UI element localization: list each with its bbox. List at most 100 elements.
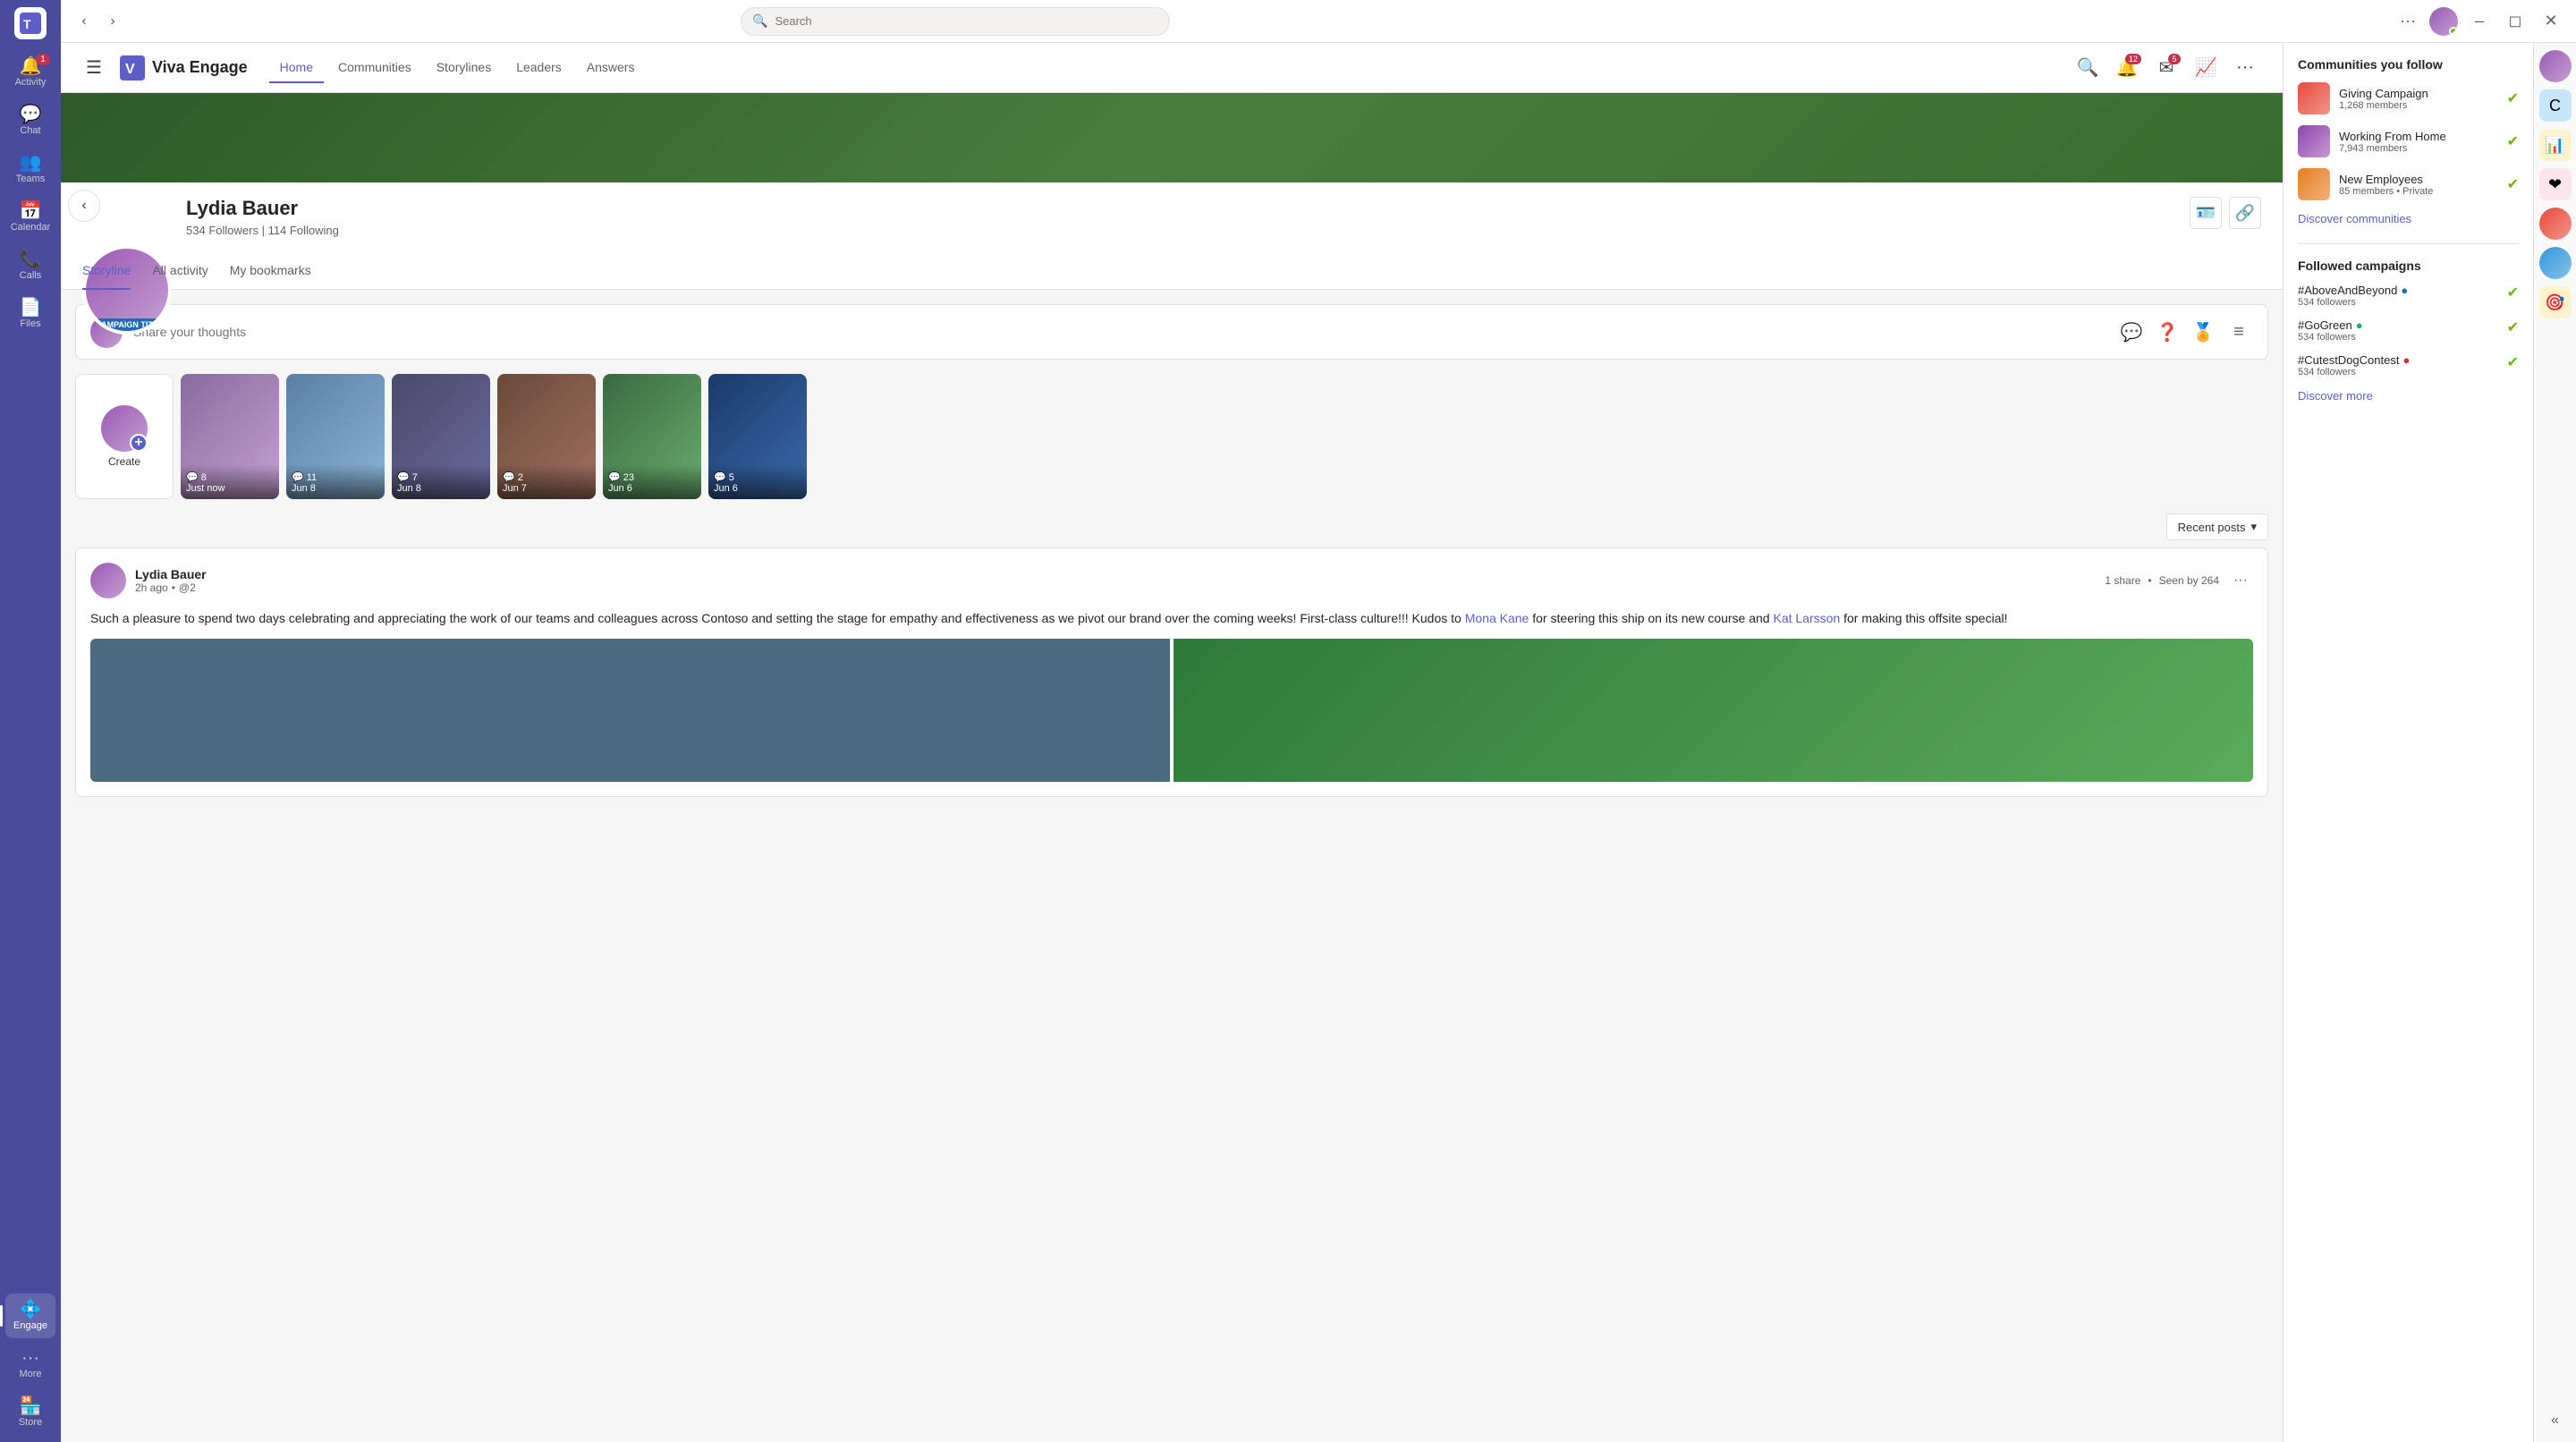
community-icon-new-emp — [2298, 168, 2330, 200]
campaign-check-gogreen: ✔ — [2507, 318, 2519, 336]
campaign-item-above[interactable]: #AboveAndBeyond ● 534 followers ✔ — [2298, 284, 2519, 308]
nav-item-calls[interactable]: 📞 Calls — [5, 243, 55, 288]
post-image-right — [1174, 639, 2253, 782]
community-info-giving: Giving Campaign 1,268 members — [2339, 87, 2498, 111]
communities-section: Communities you follow Giving Campaign 1… — [2298, 57, 2519, 225]
minimize-btn[interactable]: – — [2465, 7, 2494, 36]
back-btn[interactable]: ‹ — [68, 190, 100, 222]
community-item-giving[interactable]: Giving Campaign 1,268 members ✔ — [2298, 82, 2519, 115]
campaign-item-dogs[interactable]: #CutestDogContest ● 534 followers ✔ — [2298, 353, 2519, 377]
post-link-kat[interactable]: Kat Larsson — [1773, 611, 1840, 625]
nav-item-chat[interactable]: 💬 Chat — [5, 98, 55, 143]
campaign-followers-above: 534 followers — [2298, 297, 2500, 308]
community-name-new-emp: New Employees — [2339, 173, 2498, 186]
search-bar[interactable]: 🔍 — [741, 7, 1170, 36]
profile-info-row: Lydia Bauer 534 Followers | 114 Followin… — [61, 182, 2283, 251]
nav-item-store[interactable]: 🏪 Store — [5, 1390, 55, 1435]
far-right-app-3[interactable]: ❤ — [2539, 168, 2572, 200]
story-item-4[interactable]: 💬 2 Jun 7 — [497, 374, 596, 499]
list-action-btn[interactable]: ≡ — [2224, 318, 2253, 346]
far-right-avatar-3[interactable] — [2539, 247, 2572, 279]
message-action-btn[interactable]: 💬 — [2117, 318, 2146, 346]
campaign-name-gogreen: #GoGreen ● — [2298, 318, 2500, 332]
far-right-avatar-2[interactable] — [2539, 208, 2572, 240]
post-middle-text: for steering this ship on its new course… — [1529, 611, 1773, 625]
story-item-3[interactable]: 💬 7 Jun 8 — [392, 374, 490, 499]
profile-card-btn[interactable]: 🪪 — [2190, 197, 2222, 229]
post-card: Lydia Bauer 2h ago • @2 1 share • Seen b… — [75, 547, 2268, 797]
campaigns-section: Followed campaigns #AboveAndBeyond ● 534… — [2298, 259, 2519, 403]
community-item-new-emp[interactable]: New Employees 85 members • Private ✔ — [2298, 168, 2519, 200]
stories-row: + Create 💬 8 Just now — [75, 374, 2268, 499]
community-members-wfh: 7,943 members — [2339, 143, 2498, 154]
back-arrow-btn[interactable]: ‹ — [72, 9, 97, 34]
search-icon: 🔍 — [752, 13, 767, 29]
story-create[interactable]: + Create — [75, 374, 174, 499]
share-box: 💬 ❓ 🏅 ≡ — [75, 304, 2268, 360]
viva-nav-leaders[interactable]: Leaders — [505, 53, 572, 83]
maximize-btn[interactable]: ◻ — [2501, 7, 2529, 36]
campaign-check-dogs: ✔ — [2507, 353, 2519, 371]
viva-search-btn[interactable]: 🔍 — [2072, 52, 2104, 84]
community-item-wfh[interactable]: Working From Home 7,943 members ✔ — [2298, 125, 2519, 157]
tab-all-activity[interactable]: All activity — [152, 252, 208, 290]
top-bar-right: ··· – ◻ ✕ — [2394, 7, 2565, 36]
post-link-mona[interactable]: Mona Kane — [1465, 611, 1530, 625]
calls-label: Calls — [20, 270, 41, 281]
calendar-icon: 📅 — [20, 202, 42, 220]
community-name-wfh: Working From Home — [2339, 130, 2498, 143]
far-right-app-4[interactable]: 🎯 — [2539, 286, 2572, 318]
story-item-2[interactable]: 💬 11 Jun 8 — [286, 374, 385, 499]
viva-nav-communities[interactable]: Communities — [327, 53, 422, 83]
search-input[interactable] — [775, 14, 1158, 28]
verified-icon-gogreen: ● — [2356, 318, 2363, 332]
more-icon: ··· — [21, 1349, 39, 1367]
discover-communities-link[interactable]: Discover communities — [2298, 212, 2411, 225]
viva-nav-answers[interactable]: Answers — [576, 53, 646, 83]
user-avatar-top[interactable] — [2429, 7, 2458, 36]
collapse-panel-btn[interactable]: « — [2541, 1406, 2570, 1435]
far-right-avatar-1[interactable] — [2539, 50, 2572, 82]
more-options-btn[interactable]: ··· — [2394, 7, 2422, 36]
nav-item-files[interactable]: 📄 Files — [5, 292, 55, 336]
campaign-item-gogreen[interactable]: #GoGreen ● 534 followers ✔ — [2298, 318, 2519, 343]
tab-storyline[interactable]: Storyline — [82, 252, 131, 290]
post-body: Such a pleasure to spend two days celebr… — [90, 609, 2253, 628]
viva-analytics-btn[interactable]: 📈 — [2190, 52, 2222, 84]
svg-text:T: T — [23, 17, 31, 31]
forward-arrow-btn[interactable]: › — [100, 9, 125, 34]
viva-more-btn[interactable]: ··· — [2229, 52, 2261, 84]
verified-icon-above: ● — [2401, 284, 2408, 297]
main-content: ☰ V Viva Engage Home Communities Storyli… — [61, 43, 2576, 1442]
top-bar: ‹ › 🔍 ··· – ◻ ✕ — [61, 0, 2576, 43]
discover-more-link[interactable]: Discover more — [2298, 389, 2373, 403]
viva-nav-storylines[interactable]: Storylines — [426, 53, 502, 83]
far-right-app-2[interactable]: 📊 — [2539, 129, 2572, 161]
story-date-3: Jun 8 — [397, 483, 485, 494]
story-item-5[interactable]: 💬 23 Jun 6 — [603, 374, 701, 499]
nav-item-teams[interactable]: 👥 Teams — [5, 147, 55, 191]
viva-notifications-btn[interactable]: 🔔 12 — [2111, 52, 2143, 84]
praise-action-btn[interactable]: 🏅 — [2189, 318, 2217, 346]
question-action-btn[interactable]: ❓ — [2153, 318, 2182, 346]
far-right-app-1[interactable]: C — [2539, 89, 2572, 122]
profile-name: Lydia Bauer — [186, 197, 339, 220]
viva-nav-home[interactable]: Home — [269, 53, 324, 83]
story-item-1[interactable]: 💬 8 Just now — [181, 374, 279, 499]
profile-header: #CAMPAIGN TITLE ‹ Lydia Bauer 534 Follow… — [61, 93, 2283, 290]
post-body-text: Such a pleasure to spend two days celebr… — [90, 611, 1465, 625]
recent-posts-btn[interactable]: Recent posts ▾ — [2166, 513, 2268, 540]
nav-item-more[interactable]: ··· More — [5, 1342, 55, 1387]
post-more-btn[interactable]: ··· — [2228, 568, 2253, 593]
story-item-6[interactable]: 💬 5 Jun 6 — [708, 374, 807, 499]
share-input[interactable] — [133, 325, 2106, 339]
hamburger-btn[interactable]: ☰ — [82, 53, 106, 82]
nav-item-activity[interactable]: 🔔 Activity 1 — [5, 50, 55, 95]
nav-item-calendar[interactable]: 📅 Calendar — [5, 195, 55, 240]
close-btn[interactable]: ✕ — [2537, 7, 2565, 36]
campaign-info-gogreen: #GoGreen ● 534 followers — [2298, 318, 2500, 343]
viva-messages-btn[interactable]: ✉ 5 — [2150, 52, 2182, 84]
profile-link-btn[interactable]: 🔗 — [2229, 197, 2261, 229]
tab-my-bookmarks[interactable]: My bookmarks — [230, 252, 311, 290]
nav-item-engage[interactable]: 💠 Engage — [5, 1294, 55, 1338]
